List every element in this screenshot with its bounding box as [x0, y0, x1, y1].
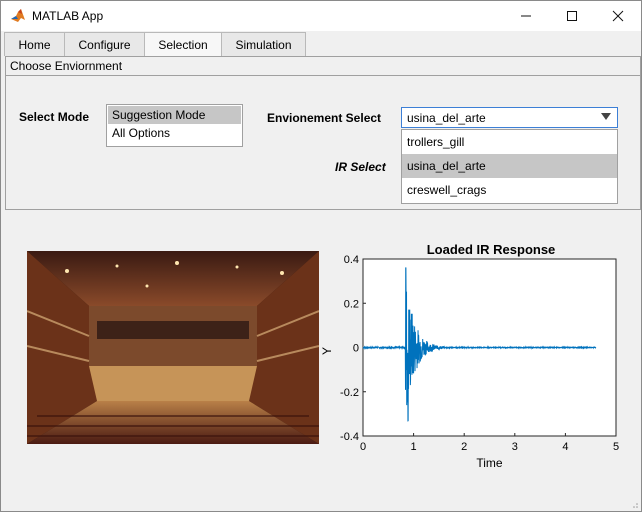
tab-label: Selection — [158, 38, 208, 52]
x-tick-label: 5 — [613, 441, 619, 453]
x-tick-label: 1 — [411, 441, 417, 453]
tab-bar: Home Configure Selection Simulation — [4, 32, 638, 57]
tab-label: Simulation — [235, 37, 292, 52]
ir-select-label: IR Select — [335, 160, 386, 174]
dropdown-option[interactable]: creswell_crags — [402, 178, 617, 202]
tab-simulation[interactable]: Simulation — [221, 32, 306, 56]
concert-hall-photo — [27, 251, 319, 444]
panel-header: Choose Enviornment — [6, 57, 640, 76]
y-tick-label: -0.4 — [340, 431, 359, 443]
y-tick-label: 0.4 — [344, 254, 359, 266]
panel-title: Choose Enviornment — [10, 59, 123, 73]
x-tick-label: 2 — [461, 441, 467, 453]
tab-label: Home — [18, 37, 51, 52]
x-axis-label: Time — [476, 456, 503, 470]
choose-environment-panel: Choose Enviornment Select Mode Suggestio… — [5, 56, 641, 210]
close-button[interactable] — [595, 1, 641, 31]
tab-configure[interactable]: Configure — [64, 32, 145, 56]
environment-dropdown[interactable]: usina_del_arte — [401, 107, 618, 128]
environment-select-label: Envionement Select — [267, 111, 382, 125]
x-tick-label: 0 — [360, 441, 366, 453]
list-item[interactable]: Suggestion Mode — [108, 106, 241, 124]
matlab-logo-icon — [10, 8, 26, 24]
minimize-icon — [521, 15, 531, 17]
x-tick-label: 3 — [512, 441, 518, 453]
close-icon — [612, 10, 624, 22]
ir-response-plot: Loaded IR Response 0 1 2 3 4 5 0.4 0.2 0 -0.2 -0.4… — [320, 239, 631, 475]
mode-listbox[interactable]: Suggestion Mode All Options — [106, 104, 243, 147]
environment-dropdown-list: trollers_gill usina_del_arte creswell_cr… — [401, 129, 618, 204]
dropdown-option[interactable]: trollers_gill — [402, 130, 617, 154]
concert-hall-image — [27, 251, 319, 444]
app-window: MATLAB App Home Configure Selection Simu… — [0, 0, 642, 512]
maximize-icon — [567, 11, 577, 21]
y-axis-label: Y — [321, 347, 334, 355]
chart-title: Loaded IR Response — [427, 242, 556, 257]
x-tick-label: 4 — [562, 441, 568, 453]
list-item[interactable]: All Options — [108, 124, 241, 142]
select-mode-label: Select Mode — [19, 110, 90, 124]
title-bar: MATLAB App — [1, 1, 641, 31]
dropdown-value: usina_del_arte — [407, 111, 486, 125]
dropdown-option[interactable]: usina_del_arte — [402, 154, 617, 178]
tab-home[interactable]: Home — [4, 32, 65, 56]
tab-label: Configure — [78, 37, 131, 52]
y-tick-label: -0.2 — [340, 387, 359, 399]
window-title: MATLAB App — [32, 9, 104, 23]
resize-grip-icon[interactable] — [631, 501, 639, 509]
ir-chart-svg: Loaded IR Response 0 1 2 3 4 5 0.4 0.2 0 -0.2 -0.4… — [320, 242, 619, 470]
y-tick-label: 0.2 — [344, 298, 359, 310]
maximize-button[interactable] — [549, 1, 595, 31]
chevron-down-icon — [601, 113, 611, 120]
tab-selection[interactable]: Selection — [144, 32, 222, 57]
y-tick-label: 0 — [353, 343, 359, 355]
minimize-button[interactable] — [503, 1, 549, 31]
